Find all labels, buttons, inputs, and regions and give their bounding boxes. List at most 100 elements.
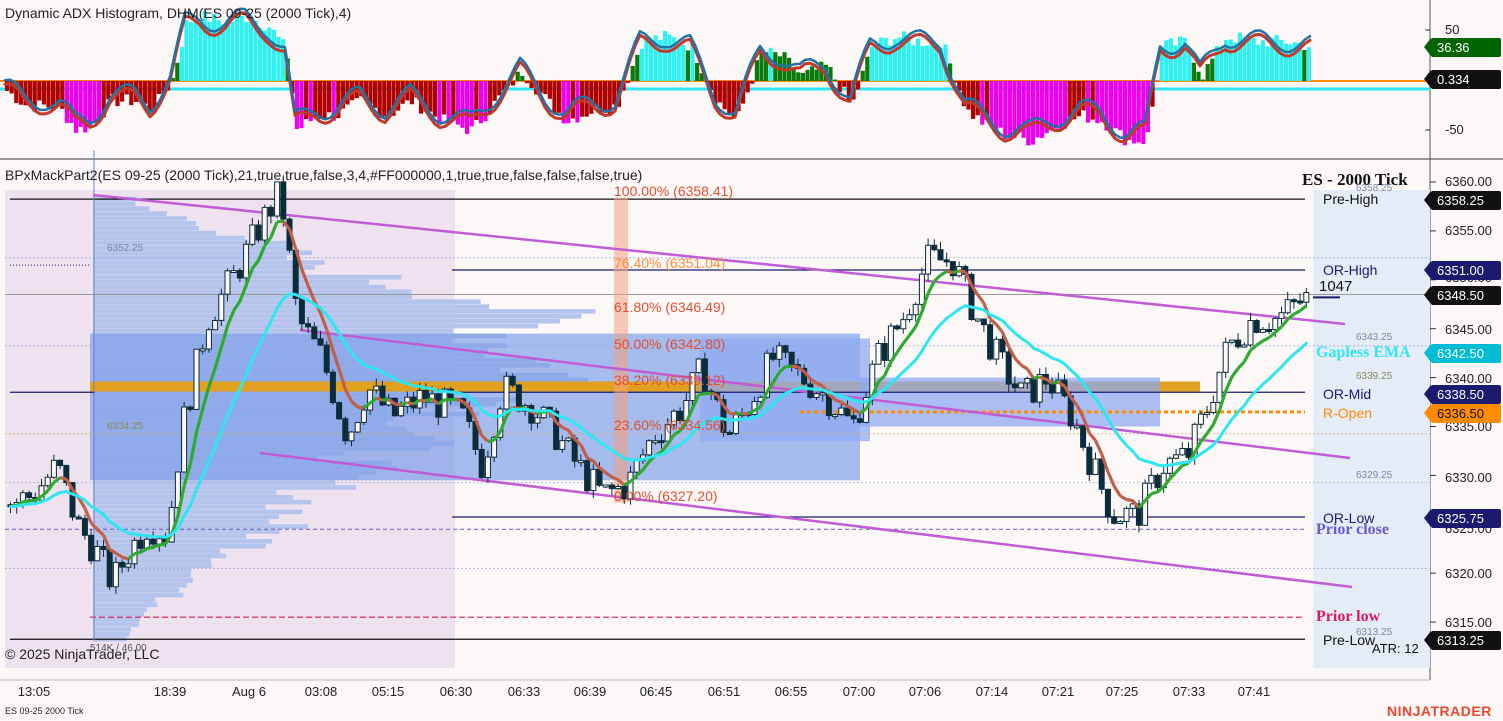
time-tick: 05:15 xyxy=(371,684,405,699)
candle-down xyxy=(26,492,33,498)
small-level-label: 6329.25 xyxy=(1356,470,1393,481)
candle-down xyxy=(298,298,305,325)
fast-ma-segment xyxy=(1293,309,1301,316)
atr-label: ATR: 12 xyxy=(1372,641,1419,656)
adx-histogram-bar xyxy=(460,81,465,128)
candle-up xyxy=(1117,521,1124,524)
candle-up xyxy=(1222,341,1229,373)
adx-histogram-bar xyxy=(796,72,801,81)
adx-histogram-bar xyxy=(37,81,42,101)
candle-up xyxy=(602,484,609,488)
adx-histogram-bar xyxy=(883,37,888,81)
volume-profile-bar xyxy=(93,284,386,290)
adx-histogram-bar xyxy=(1191,62,1196,81)
volume-profile-bar xyxy=(93,221,196,226)
fast-ma-segment xyxy=(400,401,408,407)
candle-down xyxy=(391,397,398,417)
time-tick: 06:51 xyxy=(707,684,741,699)
gapless-ema-label: Gapless EMA xyxy=(1316,344,1411,361)
adx-histogram-bar xyxy=(603,81,608,113)
adx-histogram-bar xyxy=(147,81,152,113)
candle-up xyxy=(559,440,566,450)
volume-profile-bar xyxy=(93,524,309,529)
candle-up xyxy=(590,468,597,492)
fast-ma-segment xyxy=(995,323,1004,334)
fast-ma-segment xyxy=(146,545,154,551)
adx-histogram-bar xyxy=(635,54,640,81)
volume-profile-bar xyxy=(93,235,245,241)
candle-up xyxy=(1179,448,1186,456)
adx-histogram-bar xyxy=(1086,81,1091,123)
adx-histogram-bar xyxy=(1058,81,1063,131)
volume-profile-bar xyxy=(93,206,150,211)
candle-down xyxy=(1111,516,1118,524)
adx-histogram-bar xyxy=(377,81,382,118)
indicator-title: BPxMackPart2(ES 09-25 (2000 Tick),21,tru… xyxy=(5,167,643,183)
adx-histogram-bar xyxy=(810,66,815,81)
candle-down xyxy=(119,561,126,568)
gapless-ema-tag: 6342.50 xyxy=(1424,344,1501,363)
candle-up xyxy=(1228,339,1235,343)
candle-up xyxy=(565,437,572,442)
price-tick: 6355.00 xyxy=(1445,223,1492,238)
adx-histogram-bar xyxy=(46,81,51,108)
adx-histogram-bar xyxy=(1095,81,1100,124)
adx-histogram-bar xyxy=(718,81,723,103)
adx-histogram-bar xyxy=(925,45,930,81)
candle-down xyxy=(323,344,330,373)
candle-up xyxy=(261,206,268,241)
volume-profile-bar xyxy=(93,299,481,304)
candle-down xyxy=(342,418,349,442)
fast-ma-segment xyxy=(785,364,792,369)
small-level-label: 6352.25 xyxy=(107,243,144,254)
candle-down xyxy=(1154,474,1161,489)
candle-down xyxy=(987,324,994,360)
volume-profile-bar xyxy=(93,230,217,236)
fast-ma-segment xyxy=(1205,423,1215,435)
adx-histogram-bar xyxy=(1026,81,1031,146)
volume-profile-bar xyxy=(93,294,412,300)
candle-up xyxy=(887,325,894,361)
adx-histogram-bar xyxy=(271,29,276,82)
candle-down xyxy=(236,270,243,279)
volume-profile-bar xyxy=(93,612,144,617)
adx-histogram-bar xyxy=(281,39,286,81)
adx-histogram-bar xyxy=(189,22,194,81)
adx-histogram-bar xyxy=(920,46,925,81)
candle-up xyxy=(1284,299,1291,314)
volume-profile-bar xyxy=(93,597,156,603)
fast-ma-segment xyxy=(357,405,365,410)
volume-profile-bar xyxy=(93,627,131,632)
fast-ma-segment xyxy=(908,325,917,337)
adx-histogram-bar xyxy=(1168,38,1173,81)
fast-ma-segment xyxy=(1224,376,1234,392)
adx-histogram-bar xyxy=(667,34,672,81)
candle-up xyxy=(1024,378,1031,384)
adx-histogram-bar xyxy=(911,45,916,81)
candle-down xyxy=(267,206,274,217)
candle-down xyxy=(1080,425,1087,448)
chart-canvas[interactable] xyxy=(0,0,1503,721)
candle-up xyxy=(1173,454,1180,459)
adx-histogram-bar xyxy=(1306,47,1311,81)
candle-up xyxy=(534,417,541,424)
candle-down xyxy=(379,385,386,406)
candle-down xyxy=(1011,383,1018,389)
candle-up xyxy=(577,460,584,464)
volume-profile-bar xyxy=(93,216,187,221)
price-tick: 6340.00 xyxy=(1445,371,1492,386)
candle-down xyxy=(509,375,516,386)
adx-histogram-bar xyxy=(248,22,253,82)
volume-profile-bar xyxy=(93,328,454,334)
volume-profile-bar xyxy=(93,265,315,270)
candle-up xyxy=(199,348,206,352)
candle-down xyxy=(999,338,1006,353)
adx-histogram-bar xyxy=(520,75,525,81)
fast-ma-segment xyxy=(1150,490,1158,496)
candle-up xyxy=(900,319,907,330)
candle-up xyxy=(732,414,739,434)
candle-up xyxy=(652,440,659,444)
volume-profile-bar xyxy=(93,318,560,324)
fib-label: 23.60% (6334.56) xyxy=(614,417,726,433)
candle-up xyxy=(633,460,640,473)
